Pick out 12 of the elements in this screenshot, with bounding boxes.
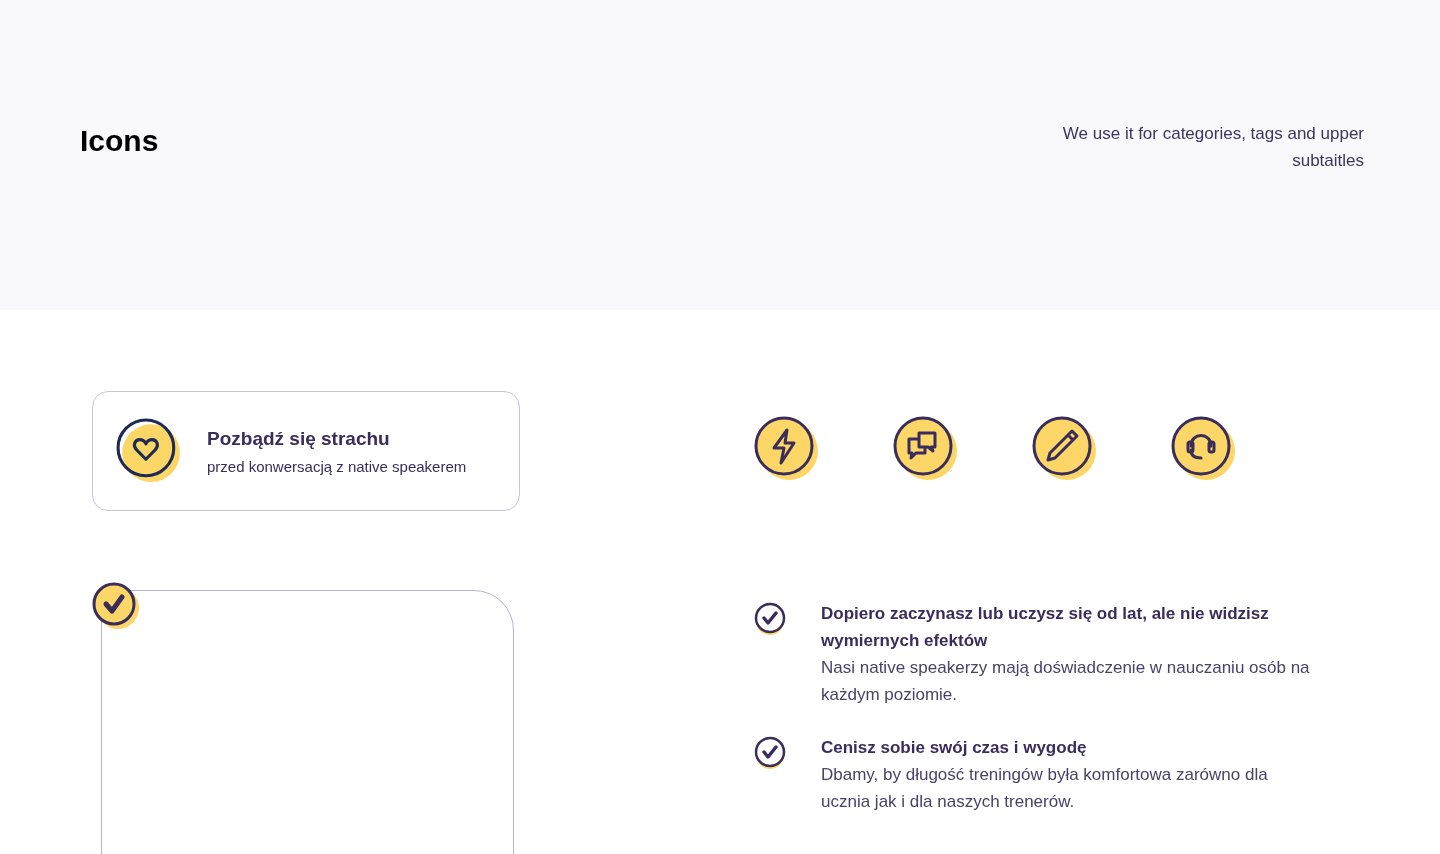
heart-icon — [116, 418, 182, 484]
benefit-text: Nasi native speakerzy mają doświadczenie w nauczaniu osób na każdym poziomie. — [821, 657, 1311, 706]
check-circle-icon — [754, 736, 788, 772]
section-description: We use it for categories, tags and upper subtaitles — [1061, 123, 1364, 172]
benefit-title: Cenisz sobie swój czas i wygodę — [821, 737, 1088, 759]
section-title: Icons — [80, 124, 159, 158]
card-subtitle: przed konwersacją z native speakerem — [207, 457, 467, 475]
benefit-text: Dbamy, by długość treningów była komfortowa zarówno dla ucznia jak i dla naszych trenerów. — [821, 764, 1269, 813]
benefit-title: Dopiero zaczynasz lub uczysz się od lat, ale nie widzisz wymiernych efektów — [821, 603, 1270, 652]
check-circle-icon — [754, 602, 788, 638]
check-badge-icon — [92, 582, 140, 630]
card-title: Pozbądź się strachu — [207, 427, 391, 450]
